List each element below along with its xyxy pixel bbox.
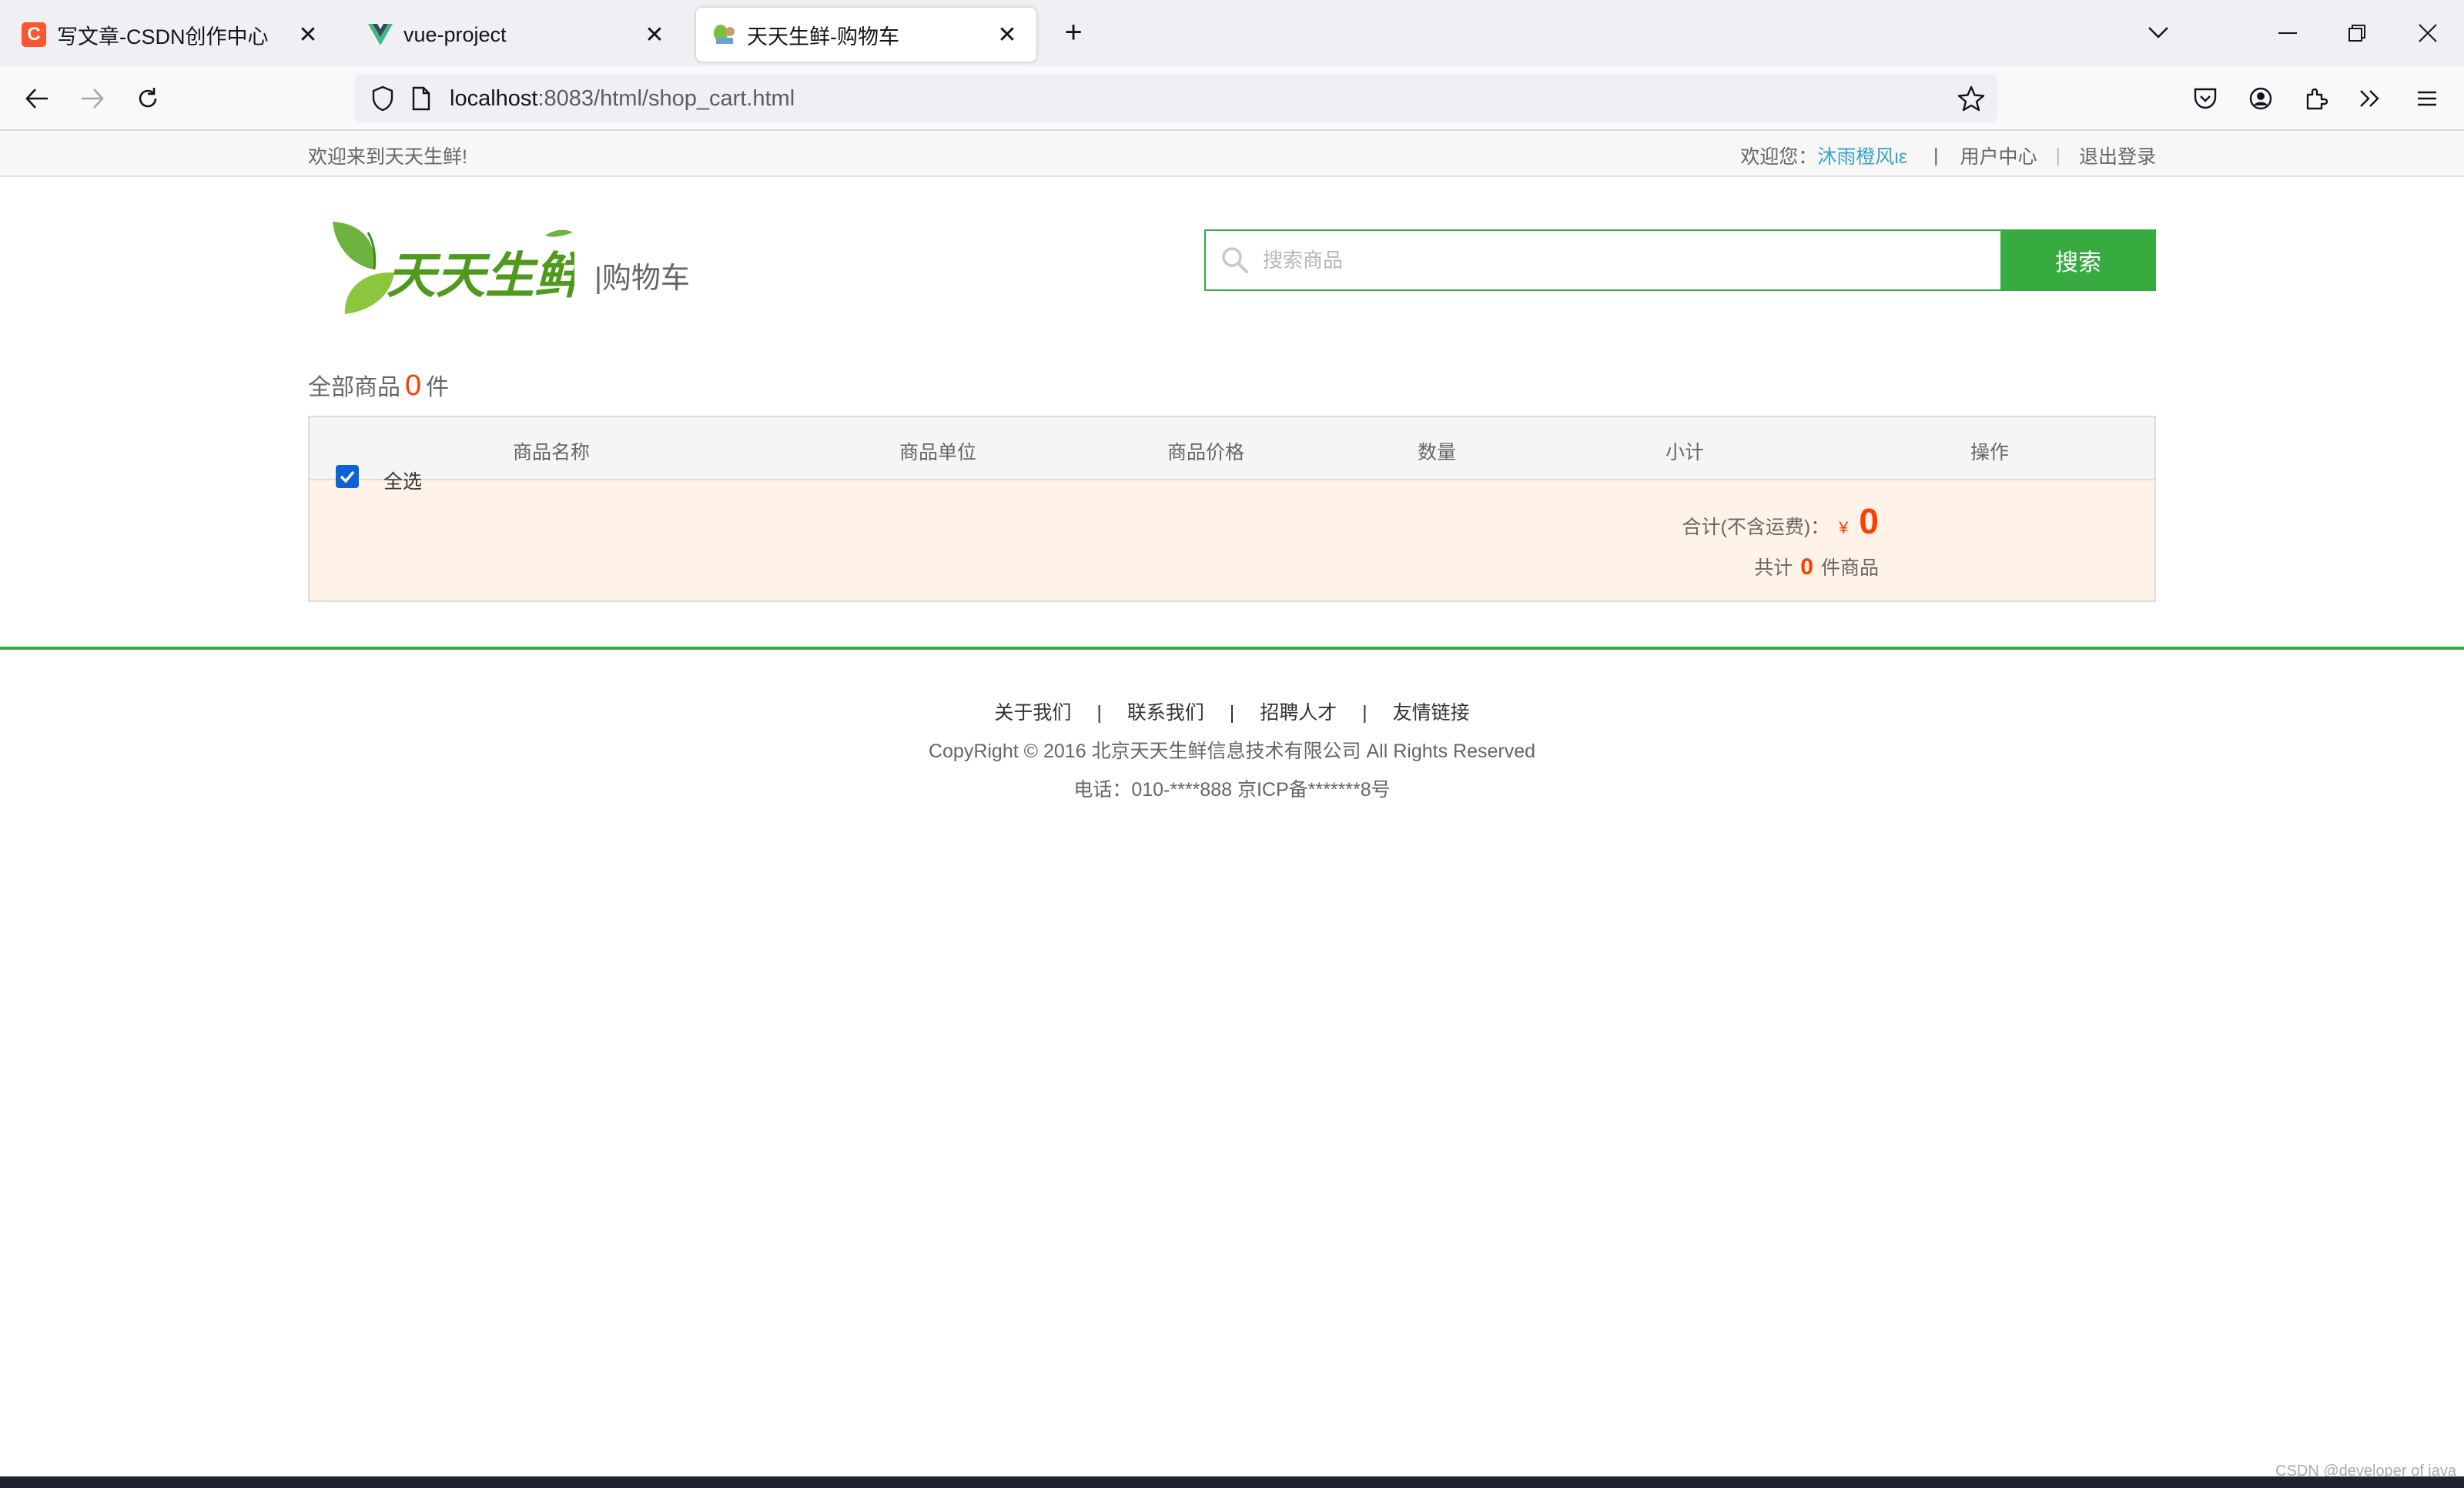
- close-icon[interactable]: ✕: [641, 21, 668, 48]
- separator: |: [1096, 702, 1102, 724]
- item-count: 0: [405, 369, 422, 402]
- tab-shop-cart[interactable]: 天天生鲜-购物车 ✕: [696, 8, 1036, 62]
- url-host: localhost: [450, 85, 538, 111]
- shield-icon[interactable]: [368, 84, 397, 113]
- footer-link-contact[interactable]: 联系我们: [1127, 702, 1204, 724]
- search-box: [1204, 229, 2002, 291]
- user-center-link[interactable]: 用户中心: [1960, 142, 2037, 169]
- logout-link[interactable]: 退出登录: [2079, 142, 2156, 169]
- currency-symbol: ¥: [1839, 518, 1849, 537]
- url-text[interactable]: localhost:8083/html/shop_cart.html: [450, 86, 795, 112]
- checkmark-icon: [340, 470, 355, 483]
- tab-label: 天天生鲜-购物车: [747, 25, 899, 48]
- page-icon[interactable]: [408, 84, 434, 113]
- new-tab-button[interactable]: +: [1056, 17, 1090, 51]
- browser-tab-bar: C 写文章-CSDN创作中心 ✕ vue-project ✕ 天天生鲜-购物车 …: [0, 0, 2464, 66]
- tab-label: vue-project: [403, 22, 507, 46]
- footer-links: 关于我们 | 联系我们 | 招聘人才 | 友情链接: [0, 697, 2464, 725]
- user-links: 欢迎您： 沐雨橙风ιε | 用户中心 | 退出登录: [1740, 142, 2156, 169]
- count-value: 0: [1800, 554, 1813, 580]
- account-icon[interactable]: [2242, 80, 2279, 117]
- select-all-checkbox[interactable]: [336, 465, 359, 488]
- overflow-chevrons-icon[interactable]: [2352, 80, 2389, 117]
- close-icon[interactable]: ✕: [294, 21, 322, 48]
- browser-nav-bar: localhost:8083/html/shop_cart.html: [0, 66, 2464, 131]
- vue-icon: [368, 22, 393, 47]
- footer-divider: [0, 647, 2464, 650]
- column-header: 小计: [1665, 442, 1705, 463]
- leaf-logo-icon: 天天生鲜: [333, 222, 591, 314]
- close-icon[interactable]: ✕: [993, 21, 1021, 48]
- menu-hamburger-icon[interactable]: [2409, 80, 2446, 117]
- restore-icon[interactable]: [2338, 14, 2376, 52]
- minimize-icon[interactable]: [2268, 14, 2307, 52]
- all-items-label: 全部商品: [308, 375, 400, 400]
- site-logo[interactable]: 天天生鲜: [328, 216, 591, 316]
- column-header: 操作: [1970, 442, 2010, 463]
- total-price: 0: [1859, 501, 1879, 541]
- cart-table: 商品名称 商品单位 商品价格 数量 小计 操作: [308, 416, 2156, 602]
- pocket-icon[interactable]: [2187, 80, 2224, 117]
- cart-count: 全部商品 0 件: [308, 368, 449, 403]
- column-header: 商品价格: [1167, 442, 1245, 463]
- unit-label: 件: [426, 375, 450, 400]
- search-icon: [1220, 245, 1250, 276]
- greeting-label: 欢迎您：: [1740, 146, 1818, 168]
- count-prefix: 共计: [1754, 557, 1793, 579]
- footer-link-friends[interactable]: 友情链接: [1393, 702, 1470, 724]
- bookmark-star-icon[interactable]: [1956, 83, 1987, 114]
- footer-link-about[interactable]: 关于我们: [994, 702, 1071, 724]
- reload-icon[interactable]: [129, 80, 166, 117]
- footer-link-jobs[interactable]: 招聘人才: [1260, 702, 1337, 724]
- total-label: 合计(不含运费)：: [1682, 517, 1830, 538]
- logo-text: 天天生鲜: [387, 248, 574, 303]
- column-header: 商品单位: [899, 442, 977, 463]
- total-count-line: 共计 0 件商品: [1754, 553, 1879, 580]
- select-all-label[interactable]: 全选: [383, 466, 422, 494]
- screen: C 写文章-CSDN创作中心 ✕ vue-project ✕ 天天生鲜-购物车 …: [0, 0, 2464, 1488]
- close-window-icon[interactable]: [2409, 14, 2447, 52]
- username-link[interactable]: 沐雨橙风ιε: [1817, 142, 1907, 169]
- copyright-text: CopyRight © 2016 北京天天生鲜信息技术有限公司 All Righ…: [928, 741, 1536, 762]
- separator: |: [1229, 702, 1235, 724]
- total-price-line: 合计(不含运费)： ¥ 0: [1682, 500, 1880, 542]
- count-suffix: 件商品: [1820, 557, 1879, 579]
- csdn-icon: C: [22, 22, 46, 47]
- forward-icon[interactable]: [74, 80, 111, 117]
- tab-label: 写文章-CSDN创作中心: [57, 25, 269, 48]
- phone-text: 电话：010-****888 京ICP备*******8号: [1073, 779, 1391, 801]
- chevron-down-icon[interactable]: [2139, 14, 2178, 52]
- extensions-icon[interactable]: [2298, 80, 2335, 117]
- separator: |: [2055, 144, 2061, 166]
- column-header: 数量: [1417, 442, 1457, 463]
- tab-vue-project[interactable]: vue-project ✕: [353, 8, 684, 62]
- search-button[interactable]: 搜索: [2000, 229, 2156, 291]
- column-header: 商品名称: [512, 442, 591, 463]
- site-top-strip: 欢迎来到天天生鲜! 欢迎您： 沐雨橙风ιε | 用户中心 | 退出登录: [0, 131, 2464, 177]
- taskbar: [0, 1476, 2464, 1488]
- page-title: |购物车: [594, 262, 690, 295]
- welcome-text: 欢迎来到天天生鲜!: [308, 146, 467, 168]
- back-icon[interactable]: [18, 80, 55, 117]
- cart-table-header: 商品名称 商品单位 商品价格 数量 小计 操作: [310, 417, 2154, 480]
- tab-csdn[interactable]: C 写文章-CSDN创作中心 ✕: [6, 8, 337, 62]
- separator: |: [1933, 144, 1939, 166]
- url-path: :8083/html/shop_cart.html: [537, 85, 795, 111]
- separator: |: [1362, 702, 1368, 724]
- search-input[interactable]: [1263, 248, 1956, 273]
- address-bar[interactable]: localhost:8083/html/shop_cart.html: [354, 74, 1997, 123]
- site-icon: [711, 22, 736, 47]
